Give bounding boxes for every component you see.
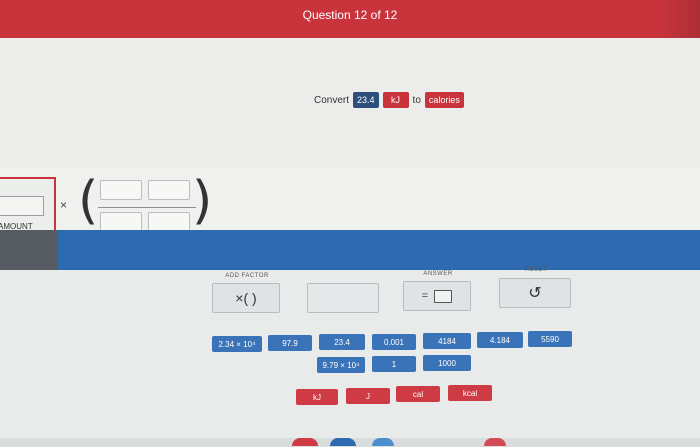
prompt-unit-chip: kJ [382, 92, 409, 108]
band-left-block [0, 230, 58, 270]
prompt-to-word: to [412, 94, 421, 106]
tile-5590[interactable]: 5590 [528, 331, 572, 347]
reset-button[interactable]: ↺ [499, 278, 571, 308]
answer-box[interactable]: = [403, 281, 471, 311]
prompt-target-chip: calories [424, 92, 464, 108]
numerator-slot-1[interactable] [100, 180, 142, 200]
tile-2-34e4[interactable]: 2.34 × 10⁴ [212, 336, 262, 352]
bottom-dock-red-2 [484, 438, 506, 446]
question-counter: Question 12 of 12 [302, 8, 398, 22]
add-factor-icon: ×( ) [235, 290, 257, 306]
close-paren: ) [192, 171, 213, 231]
tile-97-9[interactable]: 97.9 [268, 335, 312, 351]
multiply-sign: × [60, 198, 68, 212]
add-factor-label: ADD FACTOR [225, 273, 269, 279]
prompt-convert-word: Convert [314, 94, 350, 106]
open-paren: ( [78, 171, 99, 231]
top-header-bar: Question 12 of 12 [0, 0, 700, 38]
unit-tile-j[interactable]: J [346, 388, 390, 404]
tile-1000[interactable]: 1000 [423, 355, 471, 371]
add-factor-button[interactable]: ×( ) [212, 283, 280, 313]
answer-slot[interactable] [434, 289, 453, 303]
fraction-bar [98, 207, 196, 208]
answer-label: ANSWER [423, 271, 453, 277]
denominator-slot-1[interactable] [100, 212, 142, 232]
reset-label: RESET [524, 267, 548, 273]
unit-tile-kj[interactable]: kJ [296, 389, 338, 405]
tile-0-001[interactable]: 0.001 [372, 334, 416, 350]
tile-23-4[interactable]: 23.4 [319, 334, 365, 350]
tile-4184[interactable]: 4184 [423, 333, 471, 349]
tile-4-184[interactable]: 4.184 [477, 332, 523, 348]
header-corner [660, 0, 700, 38]
unit-tile-cal[interactable]: cal [396, 386, 440, 402]
bottom-dock-red [292, 438, 318, 446]
conversion-prompt: Convert 23.4 kJ to calories [314, 90, 464, 110]
bottom-dock-blue [330, 438, 356, 446]
denominator-slot-2[interactable] [148, 212, 190, 232]
unit-tile-kcal[interactable]: kcal [448, 385, 492, 401]
tile-1[interactable]: 1 [372, 356, 416, 372]
factor-dropzone[interactable] [307, 283, 379, 313]
tile-9-79e4[interactable]: 9.79 × 10⁴ [317, 357, 365, 373]
toolbar-band [0, 230, 700, 270]
amount-input[interactable] [0, 196, 44, 216]
bottom-dock-lightblue [372, 438, 394, 446]
reset-icon: ↺ [528, 285, 542, 302]
answer-equals: = [421, 290, 429, 302]
numerator-slot-2[interactable] [148, 180, 190, 200]
prompt-value-chip: 23.4 [353, 92, 379, 108]
